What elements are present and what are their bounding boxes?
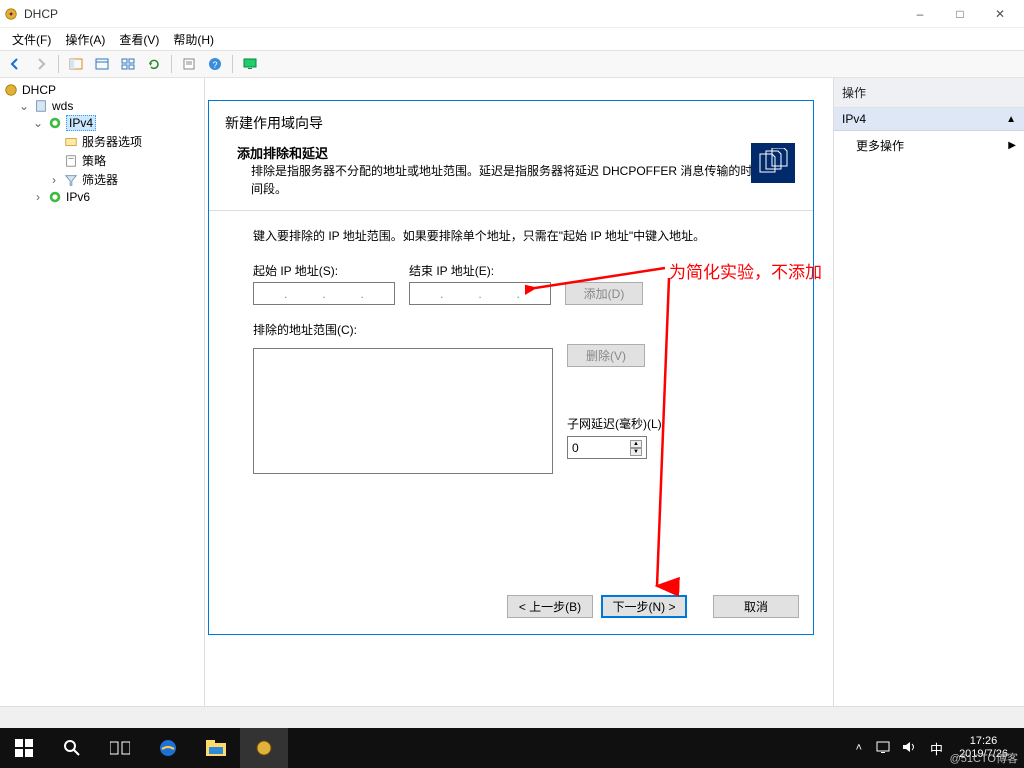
- tile-icon[interactable]: [117, 53, 139, 75]
- excluded-range-label: 排除的地址范围(C):: [253, 323, 357, 337]
- collapse-icon[interactable]: ▲: [1006, 114, 1016, 125]
- wizard-section-title: 添加排除和延迟: [237, 143, 797, 162]
- actions-header: 操作: [834, 78, 1024, 108]
- wizard-header-icon: [751, 143, 795, 183]
- wizard-title: 新建作用域向导: [209, 101, 813, 137]
- window-title: DHCP: [24, 7, 58, 21]
- start-ip-label: 起始 IP 地址(S):: [253, 262, 395, 279]
- remove-button[interactable]: 删除(V): [567, 344, 645, 367]
- next-button[interactable]: 下一步(N) >: [601, 595, 687, 618]
- forward-button[interactable]: [30, 53, 52, 75]
- maximize-button[interactable]: □: [940, 1, 980, 27]
- explorer-icon[interactable]: [192, 728, 240, 768]
- expand-icon[interactable]: ›: [48, 173, 60, 187]
- end-ip-input[interactable]: . . .: [409, 282, 551, 305]
- svg-text:?: ?: [212, 60, 217, 70]
- help-icon[interactable]: ?: [204, 53, 226, 75]
- ipv4-icon: [48, 116, 62, 130]
- expand-icon[interactable]: ›: [32, 190, 44, 204]
- monitor-icon[interactable]: [239, 53, 261, 75]
- close-button[interactable]: ✕: [980, 1, 1020, 27]
- dhcp-app-icon: ✦: [4, 7, 18, 21]
- wizard-footer: < 上一步(B) 下一步(N) > 取消: [209, 590, 813, 634]
- menu-help[interactable]: 帮助(H): [167, 29, 220, 50]
- menu-file[interactable]: 文件(F): [6, 29, 57, 50]
- ipv6-icon: [48, 190, 62, 204]
- tree-pane: DHCP ⌄ wds ⌄ IPv4 服务器选项 策略 › 筛选器 ›: [0, 78, 205, 716]
- watermark: @51CTO博客: [950, 750, 1018, 766]
- annotation-text: 为简化实验，不添加: [669, 258, 822, 283]
- tree-ipv6[interactable]: › IPv6: [2, 189, 202, 205]
- excluded-range-listbox[interactable]: [253, 348, 553, 474]
- center-pane: 新建作用域向导 添加排除和延迟 排除是指服务器不分配的地址或地址范围。延迟是指服…: [205, 78, 834, 716]
- ie-icon[interactable]: [144, 728, 192, 768]
- options-icon[interactable]: [91, 53, 113, 75]
- policy-icon: [64, 154, 78, 168]
- back-button[interactable]: < 上一步(B): [507, 595, 593, 618]
- minimize-button[interactable]: –: [900, 1, 940, 27]
- server-icon: [34, 99, 48, 113]
- taskbar: ˄ 中 17:26 2019/7/26 @51CTO博客: [0, 728, 1024, 768]
- submenu-icon: ▶: [1008, 140, 1016, 151]
- end-ip-label: 结束 IP 地址(E):: [409, 262, 551, 279]
- search-button[interactable]: [48, 728, 96, 768]
- new-scope-wizard: 新建作用域向导 添加排除和延迟 排除是指服务器不分配的地址或地址范围。延迟是指服…: [208, 100, 814, 635]
- tree-filters[interactable]: › 筛选器: [2, 170, 202, 189]
- task-view-button[interactable]: [96, 728, 144, 768]
- svg-text:✦: ✦: [8, 10, 14, 18]
- start-ip-input[interactable]: . . .: [253, 282, 395, 305]
- menubar: 文件(F) 操作(A) 查看(V) 帮助(H): [0, 28, 1024, 50]
- ime-indicator[interactable]: 中: [922, 739, 951, 758]
- spin-down-icon[interactable]: ▼: [630, 448, 642, 456]
- wizard-instruction: 键入要排除的 IP 地址范围。如果要排除单个地址，只需在"起始 IP 地址"中键…: [253, 227, 785, 244]
- tree-policies[interactable]: 策略: [2, 151, 202, 170]
- spin-up-icon[interactable]: ▲: [630, 440, 642, 448]
- refresh-icon[interactable]: [143, 53, 165, 75]
- back-button[interactable]: [4, 53, 26, 75]
- properties-icon[interactable]: [178, 53, 200, 75]
- actions-group-ipv4[interactable]: IPv4 ▲: [834, 108, 1024, 131]
- delay-label: 子网延迟(毫秒)(L):: [567, 415, 665, 432]
- actions-more[interactable]: 更多操作 ▶: [834, 131, 1024, 160]
- menu-view[interactable]: 查看(V): [113, 29, 165, 50]
- tree-server[interactable]: ⌄ wds: [2, 98, 202, 114]
- tree-dhcp-root[interactable]: DHCP: [2, 82, 202, 98]
- filter-icon: [64, 173, 78, 187]
- show-hide-icon[interactable]: [65, 53, 87, 75]
- cancel-button[interactable]: 取消: [713, 595, 799, 618]
- menu-action[interactable]: 操作(A): [59, 29, 111, 50]
- expand-icon[interactable]: ⌄: [18, 99, 30, 113]
- tree-ipv4[interactable]: ⌄ IPv4: [2, 114, 202, 132]
- tray-overflow-icon[interactable]: ˄: [848, 742, 870, 754]
- start-button[interactable]: [0, 728, 48, 768]
- options-leaf-icon: [64, 135, 78, 149]
- toolbar: ?: [0, 50, 1024, 78]
- actions-pane: 操作 IPv4 ▲ 更多操作 ▶: [834, 78, 1024, 716]
- status-bar: [0, 706, 1024, 728]
- wizard-section-desc: 排除是指服务器不分配的地址或地址范围。延迟是指服务器将延迟 DHCPOFFER …: [209, 162, 813, 208]
- tray-sound-icon[interactable]: [896, 740, 922, 757]
- add-button[interactable]: 添加(D): [565, 282, 643, 305]
- dhcp-icon: [4, 83, 18, 97]
- window-titlebar: ✦ DHCP – □ ✕: [0, 0, 1024, 28]
- tree-server-options[interactable]: 服务器选项: [2, 132, 202, 151]
- expand-icon[interactable]: ⌄: [32, 116, 44, 130]
- tray-network-icon[interactable]: [870, 740, 896, 757]
- delay-input[interactable]: 0 ▲ ▼: [567, 436, 647, 459]
- dhcp-taskbar-icon[interactable]: [240, 728, 288, 768]
